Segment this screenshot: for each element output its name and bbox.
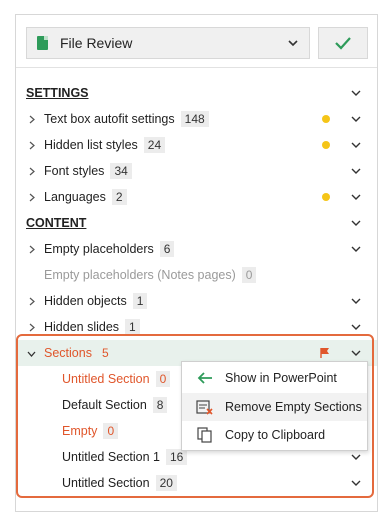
count-badge: 148 [180,111,209,127]
content-heading-row[interactable]: CONTENT [16,210,377,236]
file-review-dropdown[interactable]: File Review [26,27,310,59]
item-label: Font styles [44,164,105,178]
chevron-down-icon[interactable] [351,115,361,123]
warning-dot-icon [322,193,330,201]
chevron-down-icon[interactable] [351,245,361,253]
settings-heading-row[interactable]: SETTINGS [16,80,377,106]
remove-sections-icon [196,400,213,415]
content-item-empty-placeholders-notes: Empty placeholders (Notes pages) 0 [16,262,377,288]
chevron-right-icon[interactable] [27,141,36,150]
count-badge: 24 [143,137,166,153]
item-label: Hidden objects [44,294,127,308]
count-badge: 1 [125,319,140,335]
header-separator [16,67,377,68]
settings-item-hidden-list-styles[interactable]: Hidden list styles 24 [16,132,377,158]
item-label: Hidden list styles [44,138,138,152]
menu-item-label: Copy to Clipboard [225,428,326,442]
warning-dot-icon [322,115,330,123]
chevron-right-icon[interactable] [27,323,36,332]
menu-item-remove-empty-sections[interactable]: Remove Empty Sections [182,393,367,421]
copy-icon [197,427,212,443]
chevron-down-icon[interactable] [351,89,361,97]
menu-item-show-in-powerpoint[interactable]: Show in PowerPoint [182,364,367,392]
content-item-hidden-objects[interactable]: Hidden objects 1 [16,288,377,314]
count-badge: 6 [159,241,175,257]
settings-item-languages[interactable]: Languages 2 [16,184,377,210]
dropdown-title: File Review [60,35,133,51]
arrow-left-icon [197,372,212,384]
chevron-down-icon[interactable] [351,193,361,201]
count-badge: 1 [132,293,148,309]
settings-heading: SETTINGS [26,86,89,100]
settings-item-font-styles[interactable]: Font styles 34 [16,158,377,184]
header: File Review [26,27,368,59]
checkmark-icon [335,37,351,50]
content-heading: CONTENT [26,216,87,230]
chevron-right-icon[interactable] [27,245,36,254]
document-icon [37,36,48,50]
chevron-down-icon[interactable] [351,141,361,149]
chevron-down-icon[interactable] [351,219,361,227]
content-item-empty-placeholders[interactable]: Empty placeholders 6 [16,236,377,262]
chevron-right-icon[interactable] [27,167,36,176]
item-label: Text box autofit settings [44,112,175,126]
settings-item-text-box-autofit[interactable]: Text box autofit settings 148 [16,106,377,132]
count-badge: 2 [111,189,127,205]
warning-dot-icon [322,141,330,149]
item-label: Empty placeholders (Notes pages) [44,268,236,282]
chevron-right-icon[interactable] [27,115,36,124]
item-label: Empty placeholders [44,242,154,256]
menu-item-copy-to-clipboard[interactable]: Copy to Clipboard [182,421,367,449]
context-menu: Show in PowerPoint Remove Empty Sections… [181,361,368,451]
chevron-down-icon[interactable] [351,297,361,305]
chevron-right-icon[interactable] [27,193,36,202]
confirm-button[interactable] [318,27,368,59]
item-label: Hidden slides [44,320,120,334]
chevron-down-icon[interactable] [351,323,361,331]
count-badge: 0 [241,267,257,283]
chevron-right-icon[interactable] [27,297,36,306]
chevron-down-icon[interactable] [351,167,361,175]
item-label: Languages [44,190,106,204]
menu-item-label: Show in PowerPoint [225,371,337,385]
count-badge: 34 [110,163,132,179]
chevron-down-icon [288,40,298,47]
menu-item-label: Remove Empty Sections [225,400,362,414]
